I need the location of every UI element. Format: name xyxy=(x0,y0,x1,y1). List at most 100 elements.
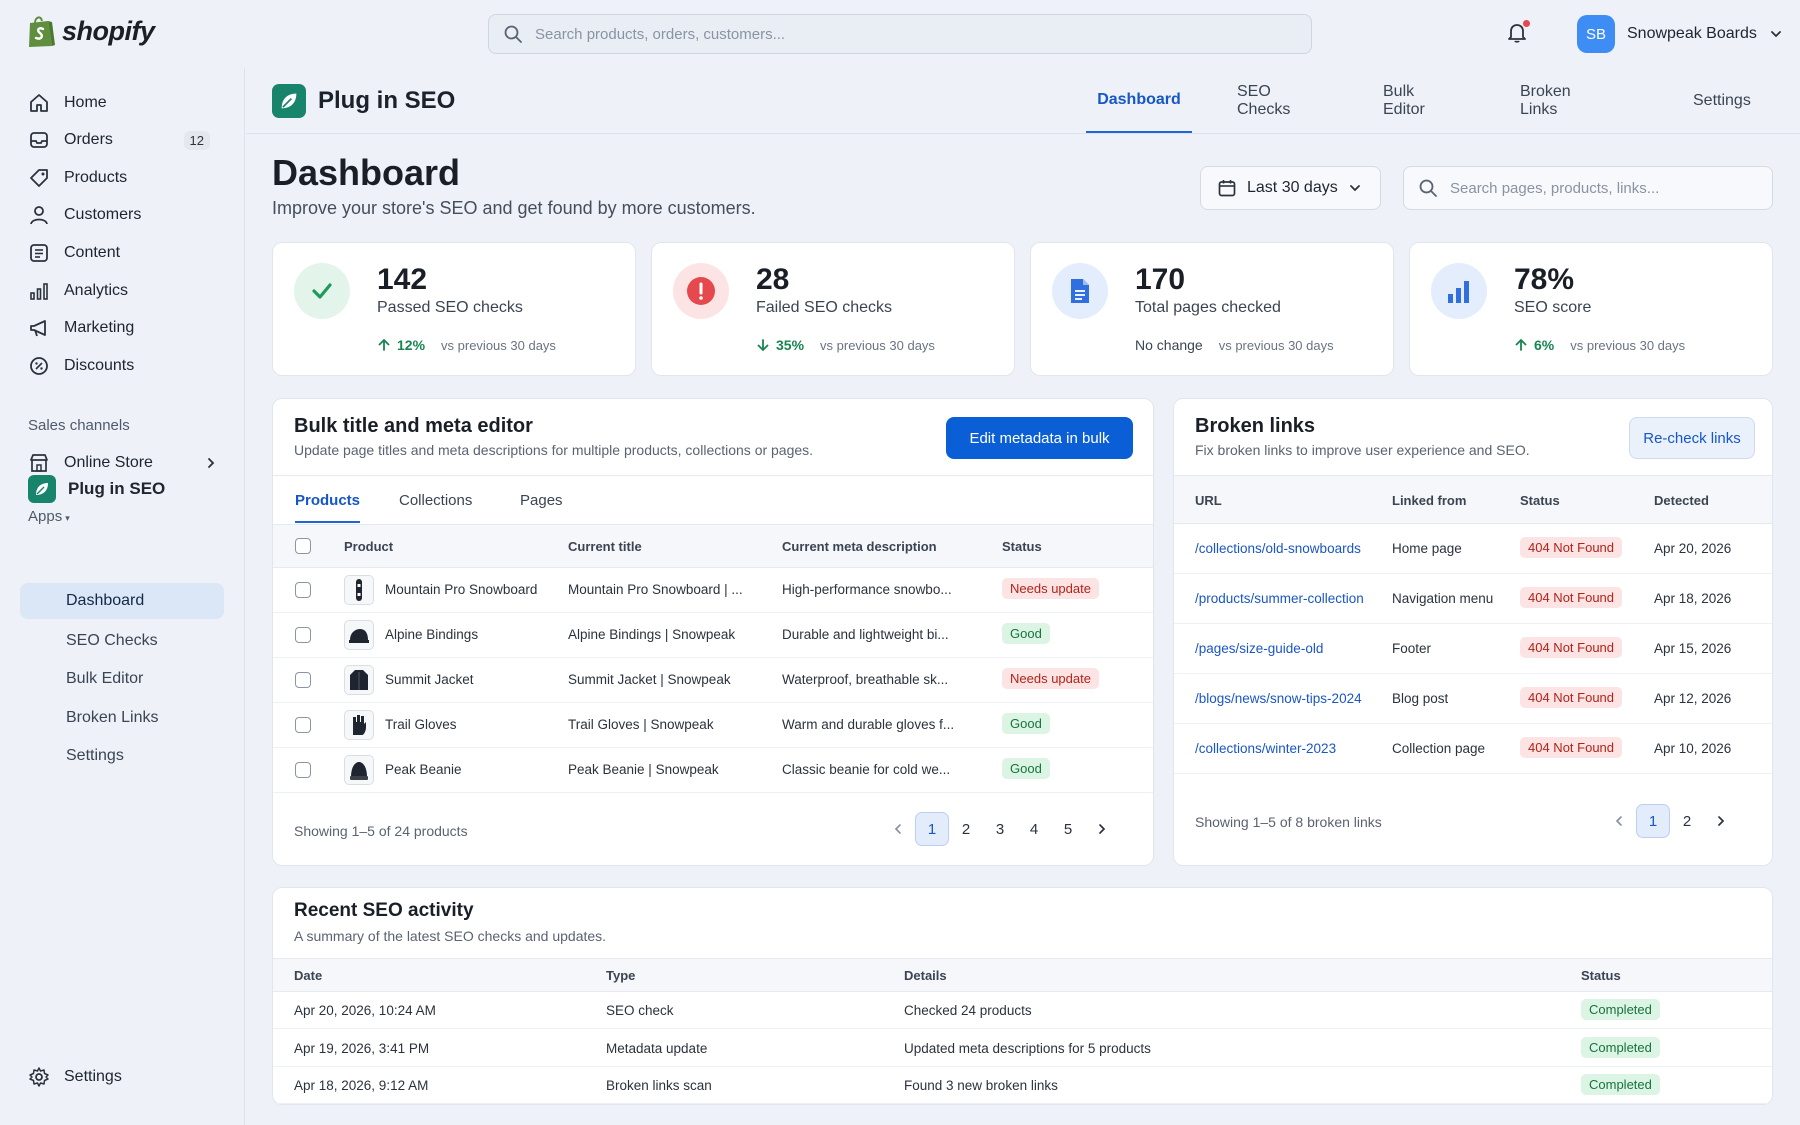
global-search-input[interactable] xyxy=(535,25,1235,43)
sidebar-app-plug-in-seo[interactable]: Plug in SEO xyxy=(28,475,165,503)
table-row: /pages/size-guide-old Footer 404 Not Found… xyxy=(1174,624,1772,674)
sidebar-sub-dashboard[interactable]: Dashboard xyxy=(20,583,224,619)
product-name: Alpine Bindings xyxy=(385,627,479,642)
broken-showing-text: Showing 1–5 of 8 broken links xyxy=(1195,814,1382,830)
sidebar-sub-seo-checks[interactable]: SEO Checks xyxy=(20,623,224,659)
sidebar-item-marketing[interactable]: Marketing xyxy=(20,311,224,345)
row-checkbox[interactable] xyxy=(295,672,311,688)
previous-page-button[interactable] xyxy=(881,812,915,846)
broken-url-link[interactable]: /pages/size-guide-old xyxy=(1195,641,1323,656)
notifications-button[interactable] xyxy=(1505,20,1530,44)
chevron-left-icon xyxy=(1615,816,1622,826)
broken-url-link[interactable]: /collections/winter-2023 xyxy=(1195,741,1336,756)
current-meta: Classic beanie for cold we... xyxy=(782,762,951,777)
stat-card-failed: 28 Failed SEO checks 35% vs previous 30 … xyxy=(651,242,1015,376)
next-page-button[interactable] xyxy=(1704,804,1738,838)
chevron-down-icon xyxy=(1770,31,1781,38)
page-button[interactable]: 5 xyxy=(1051,812,1085,846)
discount-icon xyxy=(30,357,48,375)
page-button[interactable]: 1 xyxy=(1636,804,1670,838)
product-name: Summit Jacket xyxy=(385,672,474,687)
stat-card-total-pages: 170 Total pages checked No change vs pre… xyxy=(1030,242,1394,376)
sidebar-sub-settings[interactable]: Settings xyxy=(20,738,224,774)
logo-text: shopify xyxy=(62,15,155,46)
tab-collections[interactable]: Collections xyxy=(399,492,472,509)
table-row[interactable]: Trail Gloves Trail Gloves | Snowpeak Warm … xyxy=(273,703,1153,748)
sidebar-item-label: Settings xyxy=(64,1068,122,1085)
table-row[interactable]: Mountain Pro Snowboard Mountain Pro Snowb… xyxy=(273,568,1153,613)
linked-from: Blog post xyxy=(1392,691,1449,706)
sidebar-item-products[interactable]: Products xyxy=(20,161,224,195)
page-button[interactable]: 2 xyxy=(1670,804,1704,838)
current-title: Alpine Bindings | Snowpeak xyxy=(568,627,736,642)
table-row[interactable]: Alpine Bindings Alpine Bindings | Snowpea… xyxy=(273,613,1153,658)
sidebar-item-discounts[interactable]: Discounts xyxy=(20,349,224,383)
column-header: Detected xyxy=(1654,493,1709,508)
store-menu[interactable]: SB Snowpeak Boards xyxy=(1577,15,1783,53)
row-checkbox[interactable] xyxy=(295,627,311,643)
sidebar-sub-bulk-editor[interactable]: Bulk Editor xyxy=(20,661,224,697)
tab-seo-checks[interactable]: SEO Checks xyxy=(1237,68,1290,133)
page-button[interactable]: 4 xyxy=(1017,812,1051,846)
broken-url-link[interactable]: /collections/old-snowboards xyxy=(1195,541,1361,556)
sidebar-item-customers[interactable]: Customers xyxy=(20,198,224,232)
date-range-select[interactable]: Last 30 days xyxy=(1200,166,1381,210)
page-search[interactable] xyxy=(1403,166,1773,210)
search-icon xyxy=(504,25,522,43)
tab-settings[interactable]: Settings xyxy=(1693,68,1751,133)
current-title: Peak Beanie | Snowpeak xyxy=(568,762,719,777)
sidebar-item-label: Home xyxy=(64,94,107,111)
gloves-icon xyxy=(344,710,374,740)
stat-icon-circle xyxy=(1431,263,1487,319)
sidebar-item-analytics[interactable]: Analytics xyxy=(20,274,224,308)
tab-bulk-editor[interactable]: Bulk Editor xyxy=(1383,68,1425,133)
bulk-pagination: 12345 xyxy=(881,812,1119,846)
page-button[interactable]: 2 xyxy=(949,812,983,846)
sidebar-item-label: Analytics xyxy=(64,282,129,299)
stat-label: Total pages checked xyxy=(1135,299,1281,316)
shopify-logo[interactable]: shopify xyxy=(26,14,155,48)
tab-dashboard[interactable]: Dashboard xyxy=(1086,68,1192,133)
sidebar-item-settings[interactable]: Settings xyxy=(20,1060,224,1094)
column-header: Details xyxy=(904,968,947,983)
shopify-bag-icon xyxy=(29,16,55,47)
current-meta: Waterproof, breathable sk... xyxy=(782,672,949,687)
sidebar-sub-broken-links[interactable]: Broken Links xyxy=(20,700,224,736)
row-checkbox[interactable] xyxy=(295,582,311,598)
table-row[interactable]: Peak Beanie Peak Beanie | Snowpeak Classic… xyxy=(273,748,1153,793)
select-all-checkbox[interactable] xyxy=(295,538,311,554)
row-checkbox[interactable] xyxy=(295,762,311,778)
table-row[interactable]: Summit Jacket Summit Jacket | Snowpeak Wat… xyxy=(273,658,1153,703)
next-page-button[interactable] xyxy=(1085,812,1119,846)
tab-broken-links[interactable]: Broken Links xyxy=(1520,68,1571,133)
global-search[interactable] xyxy=(488,14,1312,54)
table-row: /collections/old-snowboards Home page 404 … xyxy=(1174,524,1772,574)
activity-date: Apr 18, 2026, 9:12 AM xyxy=(294,1078,429,1093)
jacket-icon xyxy=(344,665,374,695)
status-badge: Needs update xyxy=(1002,668,1099,689)
row-checkbox[interactable] xyxy=(295,717,311,733)
sidebar-item-orders[interactable]: Orders 12 xyxy=(20,123,224,157)
page-search-input[interactable] xyxy=(1450,179,1750,197)
broken-links-title: Broken links xyxy=(1195,415,1316,437)
activity-type: Broken links scan xyxy=(606,1078,712,1093)
sidebar-item-content[interactable]: Content xyxy=(20,236,224,270)
tab-products[interactable]: Products xyxy=(295,492,361,523)
page-button[interactable]: 1 xyxy=(915,812,949,846)
table-row: Apr 18, 2026, 9:12 AM Broken links scan Fo… xyxy=(273,1067,1772,1104)
broken-url-link[interactable]: /blogs/news/snow-tips-2024 xyxy=(1195,691,1362,706)
sidebar-item-home[interactable]: Home xyxy=(20,86,224,120)
tab-pages[interactable]: Pages xyxy=(520,492,563,509)
activity-date: Apr 19, 2026, 3:41 PM xyxy=(294,1040,430,1056)
edit-metadata-bulk-button[interactable]: Edit metadata in bulk xyxy=(946,417,1133,459)
broken-url-link[interactable]: /products/summer-collection xyxy=(1195,591,1364,606)
page-button[interactable]: 3 xyxy=(983,812,1017,846)
recheck-links-button[interactable]: Re-check links xyxy=(1629,417,1755,459)
previous-page-button[interactable] xyxy=(1602,804,1636,838)
activity-details: Found 3 new broken links xyxy=(904,1078,1058,1093)
table-row: Apr 20, 2026, 10:24 AM SEO check Checked 2… xyxy=(273,992,1772,1029)
app-title: Plug in SEO xyxy=(318,87,456,114)
chevron-right-icon xyxy=(1099,824,1106,834)
stat-change-value: 6% xyxy=(1534,337,1555,353)
stat-icon-circle xyxy=(294,263,350,319)
